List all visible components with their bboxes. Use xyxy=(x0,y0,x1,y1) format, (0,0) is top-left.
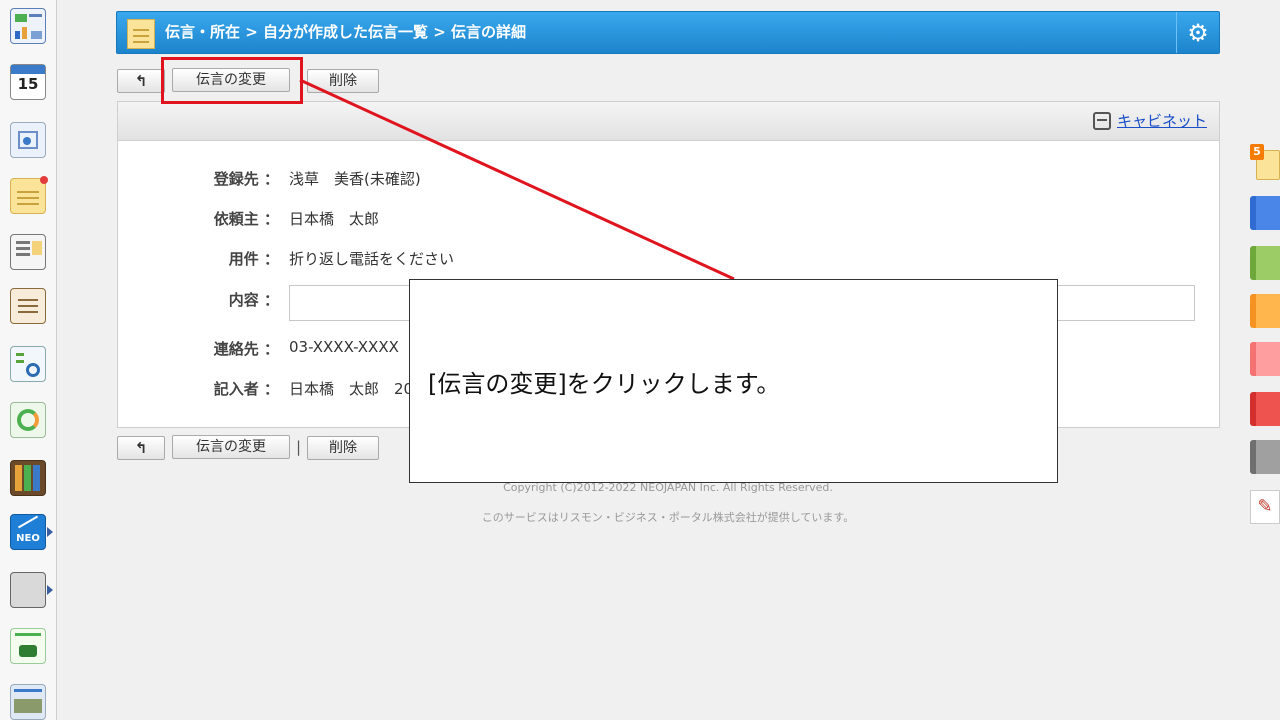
delete-button-bottom[interactable]: 削除 xyxy=(307,436,379,460)
neo-icon[interactable]: NEO xyxy=(10,514,46,550)
provider-text: このサービスはリスモン・ビジネス・ポータル株式会社が提供しています。 xyxy=(481,511,855,524)
notification-icon[interactable]: 5 xyxy=(1250,144,1280,180)
memo-icon xyxy=(127,19,155,49)
sync-icon[interactable] xyxy=(10,402,46,438)
pencil-icon[interactable]: ✎ xyxy=(1250,490,1280,524)
cabinet-icon xyxy=(1092,111,1111,130)
field-label: 連絡先 ： xyxy=(213,340,279,358)
field-label: 用件 ： xyxy=(228,250,279,268)
back-arrow-icon: ↰ xyxy=(134,439,148,457)
app-sidebar: 15 NEO xyxy=(0,0,57,720)
field-label: 内容 ： xyxy=(228,291,279,309)
portal-icon[interactable] xyxy=(10,8,46,44)
report-icon[interactable] xyxy=(10,288,46,324)
cabinet-icon[interactable] xyxy=(10,460,46,496)
memo-icon[interactable] xyxy=(10,176,48,214)
color-tab-orange[interactable] xyxy=(1250,294,1280,328)
toolbar-separator: | xyxy=(296,438,302,456)
field-value: 浅草 美香(未確認) xyxy=(289,170,421,188)
delete-button[interactable]: 削除 xyxy=(307,69,379,93)
field-value: 折り返し電話をください xyxy=(289,250,455,268)
change-message-button-bottom[interactable]: 伝言の変更 xyxy=(172,435,290,459)
breadcrumb: 伝言・所在 > 自分が作成した伝言一覧 > 伝言の詳細 xyxy=(165,23,527,41)
neo-expand-icon[interactable] xyxy=(47,527,53,537)
annotation-highlight-box xyxy=(161,57,303,104)
back-button[interactable]: ↰ xyxy=(117,69,165,93)
field-label: 依頼主 ： xyxy=(213,210,279,228)
color-tab-gray[interactable] xyxy=(1250,440,1280,474)
notification-badge: 5 xyxy=(1250,144,1264,160)
right-rail: 5 ✎ xyxy=(1248,0,1280,720)
callout-text: [伝言の変更]をクリックします。 xyxy=(428,370,781,398)
color-tab-green[interactable] xyxy=(1250,246,1280,280)
field-value: 日本橋 太郎 xyxy=(289,210,380,228)
back-button-bottom[interactable]: ↰ xyxy=(117,436,165,460)
field-value: 03-XXXX-XXXX xyxy=(289,338,399,356)
field-label: 記入者 ： xyxy=(213,380,279,398)
color-tab-red[interactable] xyxy=(1250,392,1280,426)
app-icon[interactable] xyxy=(10,628,46,664)
bulletin-icon[interactable] xyxy=(10,234,46,270)
gear-icon[interactable]: ⚙ xyxy=(1176,12,1219,53)
annotation-callout: [伝言の変更]をクリックします。 xyxy=(409,279,1058,483)
calendar-day: 15 xyxy=(17,75,39,93)
cabinet-link-label: キャビネット xyxy=(1116,112,1207,130)
panel-toolbar: キャビネット xyxy=(118,102,1219,141)
folder-expand-icon[interactable] xyxy=(47,585,53,595)
color-tab-pink[interactable] xyxy=(1250,342,1280,376)
page-header: 伝言・所在 > 自分が作成した伝言一覧 > 伝言の詳細 ⚙ xyxy=(116,11,1220,54)
calendar-icon[interactable]: 15 xyxy=(10,64,46,100)
color-tab-blue[interactable] xyxy=(1250,196,1280,230)
back-arrow-icon: ↰ xyxy=(134,72,148,90)
todo-icon[interactable] xyxy=(10,346,46,382)
workflow-icon[interactable] xyxy=(10,122,46,158)
folder-icon[interactable] xyxy=(10,572,46,608)
cabinet-link[interactable]: キャビネット xyxy=(1092,110,1207,131)
banner-icon[interactable] xyxy=(10,684,46,720)
neo-label: NEO xyxy=(16,533,40,544)
field-label: 登録先 ： xyxy=(213,170,279,188)
field-value: 日本橋 太郎 20 xyxy=(289,380,414,398)
